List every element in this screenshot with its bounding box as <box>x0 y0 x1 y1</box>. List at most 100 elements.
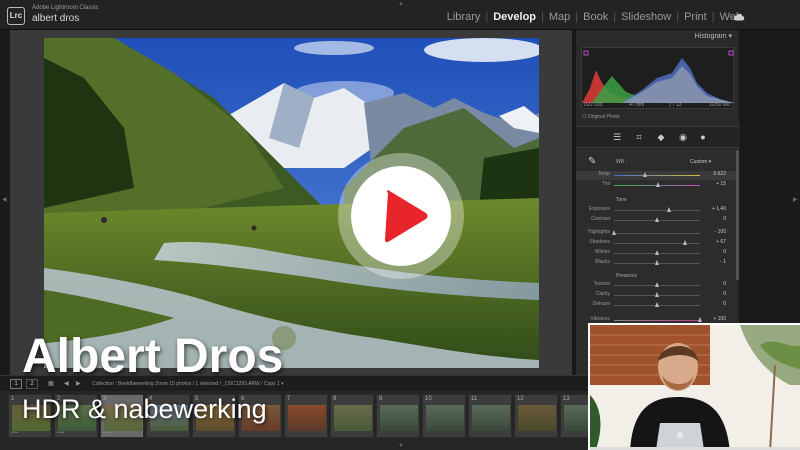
slider-temp[interactable]: Temp 5.622 <box>576 171 736 180</box>
page-1-button[interactable]: 1 <box>10 379 22 389</box>
module-separator: | <box>485 11 489 23</box>
slider-value[interactable]: 5.622 <box>713 171 726 177</box>
redeye-icon[interactable]: ◉ <box>678 132 688 142</box>
sliders-icon[interactable]: ☰ <box>612 132 622 142</box>
slider-value[interactable]: 0 <box>723 301 726 307</box>
slider-value[interactable]: 0 <box>723 291 726 297</box>
slider-texture[interactable]: Texture 0 <box>576 281 736 290</box>
thumb-image <box>380 405 418 431</box>
slider-thumb[interactable] <box>666 207 671 212</box>
slider-thumb[interactable] <box>654 250 659 255</box>
slider-value[interactable]: 0 <box>723 249 726 255</box>
play-icon[interactable] <box>336 151 466 281</box>
filmstrip-thumb[interactable]: 10 <box>422 394 466 438</box>
slider-label: Whites <box>594 249 610 255</box>
slider-track[interactable] <box>614 243 700 244</box>
slider-blacks[interactable]: Blacks - 1 <box>576 259 736 268</box>
module-separator: | <box>711 11 715 23</box>
thumb-number: 9 <box>379 396 383 402</box>
histogram-header[interactable]: Histogram ▾ <box>576 30 740 44</box>
slider-highlights[interactable]: Highlights - 100 <box>576 229 736 238</box>
slider-label: Vibrance <box>590 316 610 322</box>
histogram-title: Histogram <box>694 33 727 40</box>
slider-dehaze[interactable]: Dehaze 0 <box>576 301 736 310</box>
slider-thumb[interactable] <box>654 302 659 307</box>
slider-track[interactable] <box>614 320 700 321</box>
top-panel-arrow-icon[interactable]: ▲ <box>398 1 404 7</box>
original-photo-checkbox[interactable]: ☐ Original Photo <box>582 114 620 120</box>
slider-tint[interactable]: Tint + 15 <box>576 181 736 190</box>
thumb-number: 13 <box>563 396 570 402</box>
slider-value[interactable]: + 67 <box>716 239 726 245</box>
mask-icon[interactable]: ● <box>698 132 708 142</box>
panel-scrollbar[interactable] <box>736 150 739 280</box>
slider-value[interactable]: + 15 <box>716 181 726 187</box>
slider-thumb[interactable] <box>656 182 661 187</box>
slider-shadows[interactable]: Shadows + 67 <box>576 239 736 248</box>
wb-label: WB : <box>616 159 627 165</box>
module-separator: | <box>613 11 617 23</box>
slider-value[interactable]: 0 <box>723 281 726 287</box>
slider-contrast[interactable]: Contrast 0 <box>576 216 736 225</box>
user-name: albert dros <box>32 13 80 24</box>
wb-select[interactable]: Custom ▾ <box>690 159 711 165</box>
slider-label: Clarity <box>595 291 610 297</box>
crop-icon[interactable]: ⌗ <box>634 132 644 142</box>
slider-label: Exposure <box>588 206 610 212</box>
video-subtitle: HDR & nabewerking <box>22 394 267 424</box>
module-slideshow[interactable]: Slideshow <box>621 11 671 23</box>
slider-thumb[interactable] <box>654 260 659 265</box>
slider-thumb[interactable] <box>697 317 702 322</box>
filmstrip-thumb[interactable]: 7 <box>284 394 328 438</box>
slider-track[interactable] <box>614 233 700 234</box>
thumb-number: 11 <box>471 396 478 402</box>
thumb-number: 7 <box>287 396 291 402</box>
module-print[interactable]: Print <box>684 11 707 23</box>
eyedropper-icon[interactable]: ✎ <box>588 156 596 167</box>
video-title: Albert Dros <box>22 330 284 383</box>
module-map[interactable]: Map <box>549 11 570 23</box>
thumb-image <box>334 405 372 431</box>
filmstrip-thumb[interactable]: 9 <box>376 394 420 438</box>
lightroom-logo: Lrc <box>7 7 25 25</box>
left-panel-arrow-icon[interactable]: ◀ <box>2 196 7 203</box>
slider-value[interactable]: - 1 <box>720 259 726 265</box>
module-library[interactable]: Library <box>447 11 481 23</box>
slider-thumb[interactable] <box>654 217 659 222</box>
filmstrip-thumb[interactable]: 8 <box>330 394 374 438</box>
module-separator: | <box>676 11 680 23</box>
slider-thumb[interactable] <box>682 240 687 245</box>
cloud-icon[interactable] <box>733 13 745 21</box>
focal-value: 47 mm <box>629 102 645 108</box>
slider-value[interactable]: 0 <box>723 216 726 222</box>
slider-exposure[interactable]: Exposure + 1,40 <box>576 206 736 215</box>
slider-clarity[interactable]: Clarity 0 <box>576 291 736 300</box>
slider-whites[interactable]: Whites 0 <box>576 249 736 258</box>
heal-icon[interactable]: ◆ <box>656 132 666 142</box>
photo-canvas[interactable] <box>10 30 572 375</box>
thumb-number: 8 <box>333 396 337 402</box>
slider-value[interactable]: + 100 <box>713 316 726 322</box>
module-book[interactable]: Book <box>583 11 608 23</box>
app-name: Adobe Lightroom Classic <box>32 5 99 11</box>
slider-track[interactable] <box>614 175 700 176</box>
thumb-number: 1 <box>11 396 15 402</box>
slider-thumb[interactable] <box>611 230 616 235</box>
slider-thumb[interactable] <box>654 292 659 297</box>
histogram[interactable] <box>581 47 735 109</box>
iso-value: ISO 100 <box>584 102 603 108</box>
slider-thumb[interactable] <box>654 282 659 287</box>
bottom-panel-arrow-icon[interactable]: ▼ <box>398 443 404 449</box>
rating-dots: ••• <box>57 430 66 436</box>
slider-thumb[interactable] <box>643 172 648 177</box>
aperture-value: ƒ / 13 <box>669 102 682 108</box>
right-panel-arrow-icon[interactable]: ▶ <box>793 196 798 203</box>
module-develop[interactable]: Develop <box>493 11 536 23</box>
slider-value[interactable]: + 1,40 <box>712 206 726 212</box>
filmstrip-thumb[interactable]: 12 <box>514 394 558 438</box>
thumb-number: 12 <box>517 396 524 402</box>
filmstrip-thumb[interactable]: 11 <box>468 394 512 438</box>
thumb-number: 10 <box>425 396 432 402</box>
slider-track[interactable] <box>614 210 700 211</box>
slider-value[interactable]: - 100 <box>715 229 726 235</box>
